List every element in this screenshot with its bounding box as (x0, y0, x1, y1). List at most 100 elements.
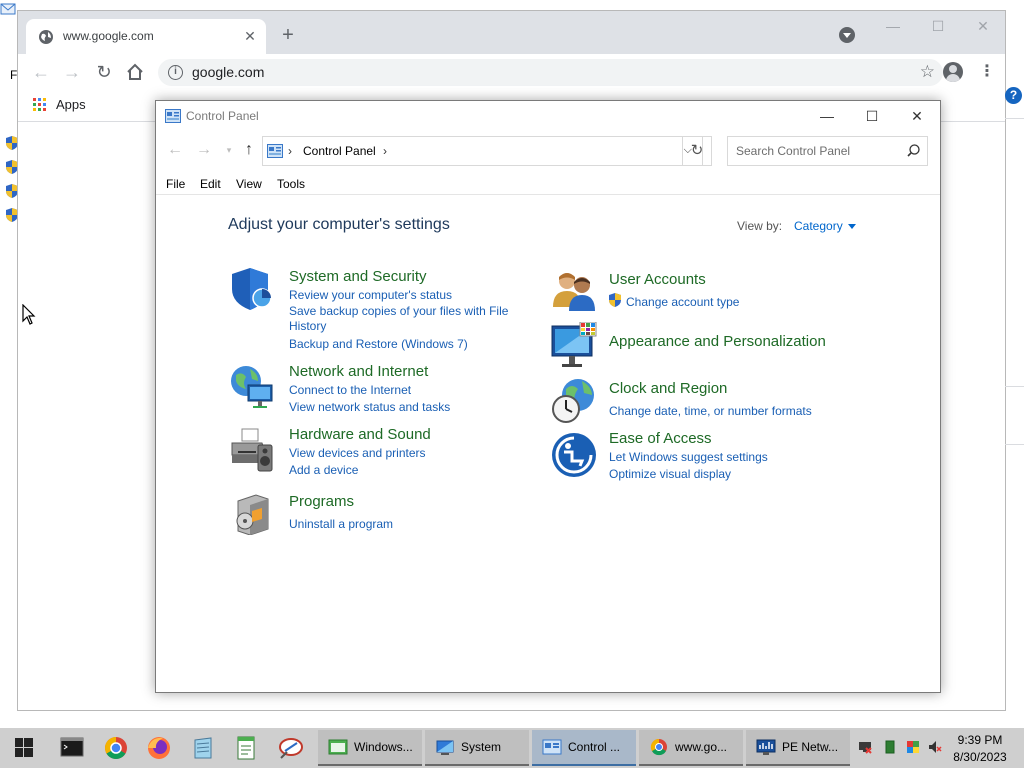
new-tab-button[interactable]: + (278, 25, 298, 45)
close-button[interactable]: ✕ (960, 15, 1006, 37)
tab-search-icon[interactable] (839, 27, 855, 43)
appearance-monitor-icon[interactable] (550, 322, 598, 370)
refresh-button[interactable]: ↻ (682, 136, 712, 166)
category-network-internet[interactable]: Network and Internet (289, 363, 428, 380)
breadcrumb-control-panel[interactable]: Control Panel (303, 144, 376, 158)
home-icon[interactable] (126, 63, 144, 81)
link-backup-restore[interactable]: Backup and Restore (Windows 7) (289, 337, 468, 351)
network-globe-icon[interactable] (228, 363, 276, 411)
network-monitor-icon (756, 739, 776, 755)
chrome-menu-icon[interactable]: ⋮ (979, 62, 995, 82)
close-button[interactable]: ✕ (894, 101, 940, 131)
menu-view[interactable]: View (236, 177, 262, 191)
control-panel-icon (542, 739, 562, 755)
category-user-accounts[interactable]: User Accounts (609, 271, 706, 288)
clock-time[interactable]: 9:39 PM (950, 733, 1010, 747)
user-accounts-icon[interactable] (550, 267, 598, 315)
clock-date[interactable]: 8/30/2023 (950, 750, 1010, 764)
chrome-icon[interactable] (96, 732, 136, 764)
menu-edit[interactable]: Edit (200, 177, 221, 191)
breadcrumb-separator[interactable]: › (288, 144, 292, 158)
search-icon[interactable] (907, 144, 920, 157)
programs-icon[interactable] (232, 491, 274, 535)
link-change-account-type[interactable]: Change account type (626, 295, 739, 309)
control-panel-titlebar[interactable]: Control Panel — ☐ ✕ (156, 101, 940, 131)
menu-file[interactable]: File (166, 177, 185, 191)
globe-icon (39, 30, 53, 44)
security-shield-icon[interactable] (228, 265, 276, 313)
recent-locations-chevron-icon[interactable]: ▾ (220, 141, 238, 159)
terminal-icon[interactable] (52, 732, 92, 764)
menu-tools[interactable]: Tools (277, 177, 305, 191)
category-hardware-sound[interactable]: Hardware and Sound (289, 426, 431, 443)
taskbar-task[interactable]: System (425, 730, 529, 766)
view-by-dropdown[interactable]: Category (794, 219, 843, 233)
link-add-device[interactable]: Add a device (289, 463, 358, 477)
firefox-icon[interactable] (139, 732, 179, 764)
windows-start-icon[interactable] (4, 736, 44, 760)
category-programs[interactable]: Programs (289, 493, 354, 510)
breadcrumb-separator[interactable]: › (383, 144, 387, 158)
view-by-label: View by: (737, 219, 783, 233)
category-system-security[interactable]: System and Security (289, 268, 427, 285)
bookmark-star-icon[interactable]: ☆ (920, 62, 935, 82)
taskbar-task-active[interactable]: Control ... (532, 730, 636, 766)
navigation-bar: ← → ▾ ↑ › Control Panel › ⌵ ↻ (156, 131, 940, 171)
taskbar: Windows... System Control ... www.go... … (0, 728, 1024, 768)
notes-icon[interactable] (183, 732, 223, 764)
back-button[interactable]: ← (31, 62, 51, 82)
address-bar[interactable]: › Control Panel › ⌵ (262, 136, 703, 166)
category-ease-of-access[interactable]: Ease of Access (609, 430, 712, 447)
page-heading: Adjust your computer's settings (228, 216, 450, 233)
help-icon[interactable]: ? (1005, 87, 1022, 104)
minimize-button[interactable]: — (804, 101, 850, 131)
tab-title: www.google.com (63, 29, 154, 43)
chevron-down-icon[interactable] (848, 224, 856, 229)
minimize-button[interactable]: — (870, 15, 916, 37)
taskbar-task[interactable]: www.go... (639, 730, 743, 766)
info-icon[interactable]: i (168, 65, 183, 80)
forward-button[interactable]: → (62, 62, 82, 82)
link-suggest-settings[interactable]: Let Windows suggest settings (609, 450, 768, 464)
network-tool-icon[interactable] (271, 732, 311, 764)
up-button[interactable]: ↑ (240, 141, 258, 159)
window-title: Control Panel (186, 109, 259, 123)
volume-muted-icon[interactable] (928, 740, 942, 754)
taskbar-task[interactable]: Windows... (318, 730, 422, 766)
printer-speaker-icon[interactable] (228, 425, 276, 473)
editor-icon[interactable] (226, 732, 266, 764)
link-uninstall-program[interactable]: Uninstall a program (289, 517, 393, 531)
link-review-status[interactable]: Review your computer's status (289, 288, 452, 302)
chrome-icon (650, 738, 667, 756)
category-clock-region[interactable]: Clock and Region (609, 380, 727, 397)
link-network-status[interactable]: View network status and tasks (289, 400, 450, 414)
reload-button[interactable]: ↻ (94, 62, 114, 82)
back-button[interactable]: ← (166, 141, 184, 159)
link-optimize-display[interactable]: Optimize visual display (609, 467, 731, 481)
link-devices-printers[interactable]: View devices and printers (289, 446, 426, 460)
search-input[interactable] (728, 137, 903, 165)
chrome-tab[interactable]: www.google.com ✕ (26, 19, 266, 54)
link-connect-internet[interactable]: Connect to the Internet (289, 383, 411, 397)
maximize-button[interactable]: ☐ (849, 101, 895, 131)
network-tray-icon[interactable] (858, 740, 872, 754)
link-file-history[interactable]: Save backup copies of your files with Fi… (289, 304, 519, 334)
url-text[interactable]: google.com (192, 64, 264, 80)
apps-bookmark[interactable]: Apps (56, 97, 86, 112)
link-date-time-formats[interactable]: Change date, time, or number formats (609, 404, 812, 418)
apps-grid-icon[interactable] (33, 98, 47, 112)
close-tab-icon[interactable]: ✕ (242, 28, 258, 44)
forward-button[interactable]: → (195, 141, 213, 159)
ease-of-access-icon[interactable] (550, 431, 598, 479)
taskbar-task[interactable]: PE Netw... (746, 730, 850, 766)
maximize-button[interactable]: ☐ (915, 15, 961, 37)
category-appearance-personalization[interactable]: Appearance and Personalization (609, 333, 826, 350)
display-tray-icon[interactable] (906, 740, 920, 754)
battery-tray-icon[interactable] (883, 740, 897, 754)
search-box[interactable] (727, 136, 928, 166)
menu-bar: File Edit View Tools (156, 173, 940, 195)
window-icon (328, 739, 348, 755)
clock-globe-icon[interactable] (550, 377, 598, 425)
profile-icon[interactable] (943, 62, 963, 82)
address-bar[interactable]: i google.com ☆ (158, 59, 943, 86)
